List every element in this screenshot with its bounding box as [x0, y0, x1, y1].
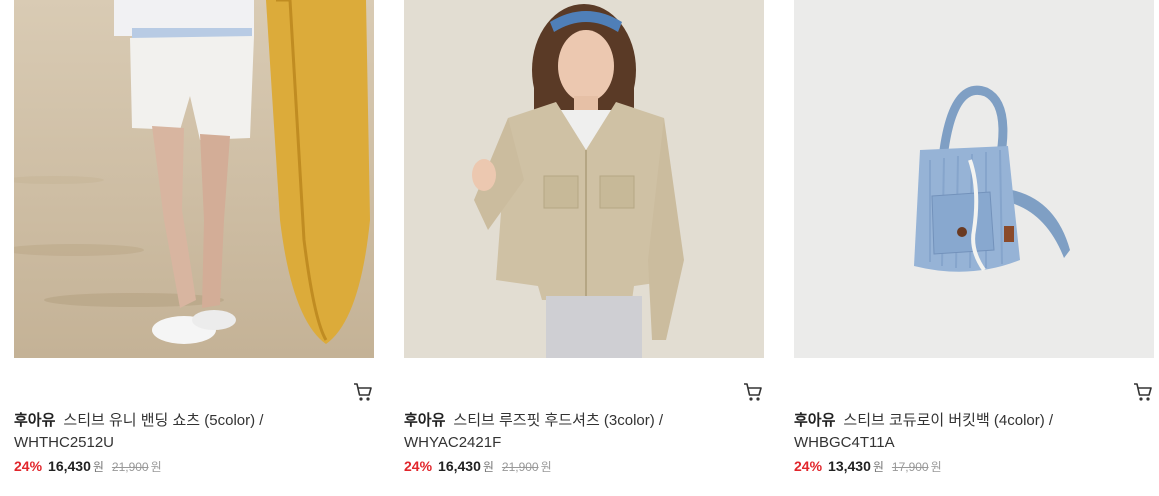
currency-unit: 원: [92, 460, 104, 474]
product-card: 후아유 스티브 유니 밴딩 쇼츠 (5color) / WHTHC2512U 24…: [14, 0, 374, 496]
sale-price: 16,430: [438, 458, 481, 474]
product-card: 후아유 스티브 루즈핏 후드셔츠 (3color) / WHYAC2421F 24…: [404, 0, 764, 496]
add-to-cart-button[interactable]: [742, 381, 764, 403]
product-image-hood-shirt[interactable]: [404, 0, 764, 358]
product-code: WHTHC2512U: [14, 434, 115, 451]
original-currency-unit: 원: [540, 460, 552, 474]
original-price: 17,900: [891, 460, 929, 474]
product-code: WHBGC4T11A: [794, 434, 895, 451]
product-grid: 후아유 스티브 유니 밴딩 쇼츠 (5color) / WHTHC2512U 24…: [0, 0, 1159, 496]
brand-name: 후아유: [404, 412, 446, 429]
original-currency-unit: 원: [930, 460, 942, 474]
product-code: WHYAC2421F: [404, 434, 502, 451]
currency-unit: 원: [482, 460, 494, 474]
discount-rate: 24%: [404, 458, 433, 474]
brand-name: 후아유: [14, 412, 56, 429]
discount-rate: 24%: [794, 458, 823, 474]
price-row: 24% 16,430 원 21,900 원: [404, 456, 552, 477]
product-image-bucket-bag[interactable]: [794, 0, 1154, 358]
original-price: 21,900: [501, 460, 539, 474]
sale-price: 16,430: [48, 458, 91, 474]
original-currency-unit: 원: [150, 460, 162, 474]
product-name[interactable]: 후아유 스티브 코듀로이 버킷백 (4color) / WHBGC4T11A: [794, 410, 1124, 454]
currency-unit: 원: [872, 460, 884, 474]
price-row: 24% 16,430 원 21,900 원: [14, 456, 162, 477]
price-row: 24% 13,430 원 17,900 원: [794, 456, 942, 477]
product-title: 스티브 유니 밴딩 쇼츠 (5color) /: [63, 412, 264, 429]
add-to-cart-button[interactable]: [1132, 381, 1154, 403]
product-card: 후아유 스티브 코듀로이 버킷백 (4color) / WHBGC4T11A 24…: [794, 0, 1154, 496]
sale-price: 13,430: [828, 458, 871, 474]
cart-icon: [354, 383, 372, 401]
product-name[interactable]: 후아유 스티브 루즈핏 후드셔츠 (3color) / WHYAC2421F: [404, 410, 734, 454]
discount-rate: 24%: [14, 458, 43, 474]
product-title: 스티브 코듀로이 버킷백 (4color) /: [843, 412, 1054, 429]
brand-name: 후아유: [794, 412, 836, 429]
product-name[interactable]: 후아유 스티브 유니 밴딩 쇼츠 (5color) / WHTHC2512U: [14, 410, 344, 454]
cart-icon: [744, 383, 762, 401]
cart-icon: [1134, 383, 1152, 401]
product-title: 스티브 루즈핏 후드셔츠 (3color) /: [453, 412, 664, 429]
product-image-shorts[interactable]: [14, 0, 374, 358]
original-price: 21,900: [111, 460, 149, 474]
add-to-cart-button[interactable]: [352, 381, 374, 403]
